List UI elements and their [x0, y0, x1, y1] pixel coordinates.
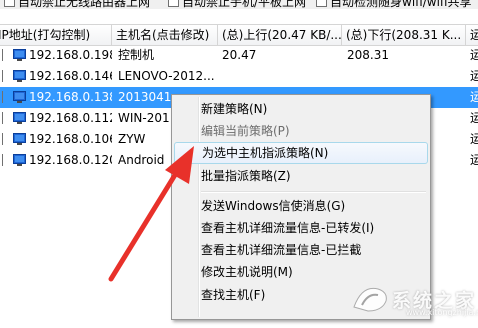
row-checkbox[interactable]	[0, 70, 3, 82]
cell-ip: 192.168.0.198	[29, 48, 112, 62]
row-checkbox[interactable]	[0, 49, 3, 61]
cell-upload	[222, 66, 340, 87]
menu-separator	[201, 191, 426, 193]
computer-icon	[13, 133, 26, 145]
menu-item-traffic-forwarded[interactable]: 查看主机详细流量信息-已转发(I)	[174, 217, 428, 239]
cell-download: 208.31	[347, 48, 389, 62]
checkbox[interactable]	[4, 0, 15, 7]
cell-extra: 运	[470, 111, 478, 125]
cell-extra: 运	[470, 153, 478, 167]
computer-icon	[13, 112, 26, 124]
computer-icon	[13, 70, 26, 82]
computer-icon	[13, 91, 26, 103]
menu-item-send-message[interactable]: 发送Windows信使消息(G)	[174, 195, 428, 217]
option-block-router[interactable]: 自动禁止无线路由器上网	[4, 0, 150, 9]
cell-ip: 192.168.0.120	[29, 153, 112, 167]
column-header-ip[interactable]: IP地址(打勾控制)	[0, 25, 112, 45]
option-detect-wifi[interactable]: 自动检测随身wifi/wifi共享	[316, 0, 471, 9]
column-header-download[interactable]: (总)下行(208.31 K...	[342, 25, 466, 45]
row-checkbox[interactable]	[0, 154, 3, 166]
cell-hostname: LENOVO-2012...	[118, 69, 215, 83]
options-strip: 自动禁止无线路由器上网 自动禁止手机/平板上网 自动检测随身wifi/wifi共…	[0, 0, 478, 9]
arrow-shaft	[108, 167, 181, 282]
row-checkbox[interactable]	[0, 112, 3, 124]
cell-extra: 运	[470, 132, 478, 146]
option-label: 自动检测随身wifi/wifi共享	[330, 0, 472, 9]
cell-ip: 192.168.0.146	[29, 69, 112, 83]
column-header-upload[interactable]: (总)上行(20.47 KB/...	[218, 25, 342, 45]
table-row[interactable]: 192.168.0.198 控制机 20.47 208.31 运	[0, 45, 478, 66]
column-header-hostname[interactable]: 主机名(点击修改)	[112, 25, 218, 45]
checkbox[interactable]	[316, 0, 327, 7]
computer-icon	[13, 154, 26, 166]
option-block-mobile[interactable]: 自动禁止手机/平板上网	[168, 0, 306, 9]
option-label: 自动禁止手机/平板上网	[182, 0, 307, 9]
row-checkbox[interactable]	[0, 91, 3, 103]
cell-extra: 运	[470, 48, 478, 62]
cell-ip: 192.168.0.138	[29, 90, 112, 104]
menu-item-batch-assign[interactable]: 批量指派策略(Z)	[174, 165, 428, 187]
checkbox[interactable]	[168, 0, 179, 7]
watermark-logo-icon	[353, 287, 387, 312]
menu-item-traffic-blocked[interactable]: 查看主机详细流量信息-已拦截	[174, 239, 428, 261]
watermark: 系统之家 www.xitongzhijia.net	[348, 276, 478, 322]
cell-extra: 运	[470, 90, 478, 104]
watermark-url: www.xitongzhijia.net	[406, 308, 478, 317]
cell-download	[347, 66, 465, 87]
computer-icon	[13, 49, 26, 61]
cell-upload: 20.47	[222, 48, 257, 62]
table-row[interactable]: 192.168.0.146 LENOVO-2012... 运	[0, 66, 478, 87]
table-header: IP地址(打勾控制) 主机名(点击修改) (总)上行(20.47 KB/... …	[0, 24, 478, 46]
column-header-extra[interactable]: 运	[466, 25, 478, 45]
cell-hostname: 控制机	[118, 48, 155, 62]
cell-extra: 运	[470, 69, 478, 83]
cell-ip: 192.168.0.106	[29, 132, 112, 146]
cell-ip: 192.168.0.112	[29, 111, 112, 125]
menu-item-assign-policy[interactable]: 为选中主机指派策略(N)	[174, 142, 428, 164]
menu-item-new-policy[interactable]: 新建策略(N)	[174, 98, 428, 120]
menu-item-edit-policy[interactable]: 编辑当前策略(P)	[174, 120, 428, 142]
option-label: 自动禁止无线路由器上网	[18, 0, 151, 9]
row-checkbox[interactable]	[0, 133, 3, 145]
